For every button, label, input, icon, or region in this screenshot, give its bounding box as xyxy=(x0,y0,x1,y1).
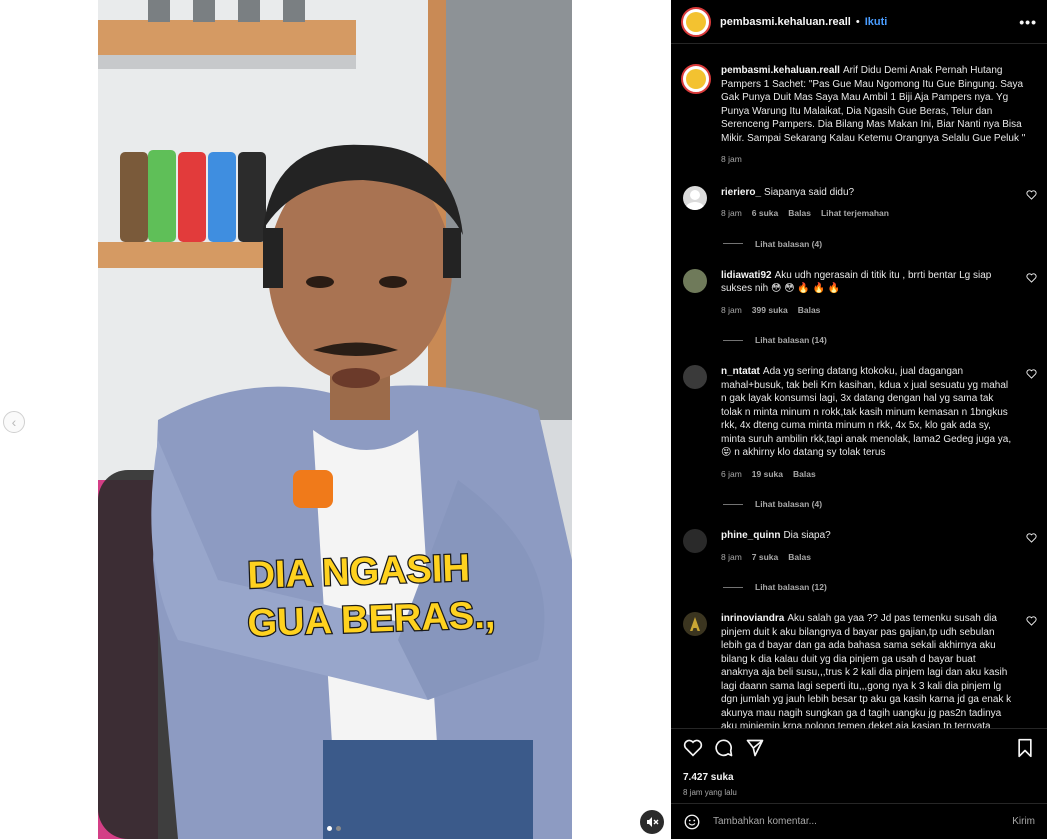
comment-text: Dia siapa? xyxy=(783,530,831,541)
view-replies-button[interactable]: Lihat balasan (14) xyxy=(723,335,1047,345)
follow-button[interactable]: Ikuti xyxy=(865,16,888,28)
author-username[interactable]: pembasmi.kehaluan.reall xyxy=(720,16,851,28)
add-comment-bar: Kirim xyxy=(671,803,1047,839)
comments-list[interactable]: pembasmi.kehaluan.reall Arif Didu Demi An… xyxy=(671,56,1047,728)
post-actions: 7.427 suka 8 jam yang lalu xyxy=(671,728,1047,797)
default-user-icon xyxy=(686,189,704,210)
comment-avatar[interactable] xyxy=(683,529,707,553)
comment-time: 6 jam xyxy=(721,468,742,479)
comment-username[interactable]: rieriero_ xyxy=(721,187,761,198)
comment-item: lidiawati92 Aku udh ngerasain di titik it… xyxy=(671,268,1047,318)
video-text-overlay: DIA NGASIH GUA BERAS., xyxy=(246,546,498,646)
more-options-icon[interactable]: ••• xyxy=(1019,14,1037,30)
comment-avatar[interactable] xyxy=(683,612,707,636)
comment-avatar[interactable] xyxy=(683,185,707,210)
comment-likes[interactable]: 6 suka xyxy=(752,207,778,221)
comment-text: Ada yg sering datang ktokoku, jual dagan… xyxy=(721,366,1012,458)
comment-item: rieriero_ Siapanya said didu? 8 jam 6 suk… xyxy=(671,185,1047,221)
caption-time: 8 jam xyxy=(721,154,742,164)
comment-time: 8 jam xyxy=(721,304,742,315)
view-replies-button[interactable]: Lihat balasan (4) xyxy=(723,239,1047,249)
carousel-dot xyxy=(327,826,332,831)
comment-text: Aku salah ga yaa ?? Jd pas temenku susah… xyxy=(721,613,1012,728)
comment-likes[interactable]: 19 suka xyxy=(752,468,783,482)
comment-text: Siapanya said didu? xyxy=(764,186,855,198)
view-replies-label: Lihat balasan (4) xyxy=(755,238,823,249)
comment-item: phine_quinn Dia siapa? 8 jam 7 suka Balas xyxy=(671,529,1047,564)
like-comment-heart-icon[interactable] xyxy=(1026,189,1037,200)
post-comment-button[interactable]: Kirim xyxy=(1012,816,1035,827)
view-replies-button[interactable]: Lihat balasan (12) xyxy=(723,582,1047,592)
media-panel: ‹ DIA NGASIH GUA BERAS., xyxy=(0,0,671,839)
reply-button[interactable]: Balas xyxy=(793,468,816,482)
post-header: pembasmi.kehaluan.reall • Ikuti ••• xyxy=(671,0,1047,44)
chevron-left-icon: ‹ xyxy=(11,414,17,430)
paper-plane-icon xyxy=(746,739,764,757)
avatar-initial-icon xyxy=(690,617,700,631)
comment-username[interactable]: inrinoviandra xyxy=(721,613,784,624)
comment-button[interactable] xyxy=(714,738,734,758)
likes-count[interactable]: 7.427 suka xyxy=(683,772,1035,783)
heart-icon xyxy=(683,739,703,757)
reel-video[interactable]: DIA NGASIH GUA BERAS., xyxy=(98,0,572,839)
comment-item: n_ntatat Ada yg sering datang ktokoku, ju… xyxy=(671,365,1047,481)
comment-avatar[interactable] xyxy=(683,365,707,389)
view-replies-label: Lihat balasan (4) xyxy=(755,499,823,509)
speaker-muted-icon xyxy=(647,817,659,827)
save-button[interactable] xyxy=(1015,738,1035,758)
author-avatar[interactable] xyxy=(681,6,711,37)
share-button[interactable] xyxy=(745,738,765,758)
comment-username[interactable]: phine_quinn xyxy=(721,530,780,541)
bookmark-icon xyxy=(1018,738,1032,758)
overlay-line-1: DIA NGASIH xyxy=(247,547,471,597)
carousel-dot xyxy=(336,826,341,831)
like-comment-heart-icon[interactable] xyxy=(1026,533,1037,543)
overlay-line-2: GUA BERAS., xyxy=(247,594,496,645)
comment-item: inrinoviandra Aku salah ga yaa ?? Jd pas … xyxy=(671,612,1047,728)
view-replies-label: Lihat balasan (14) xyxy=(755,335,827,345)
post-caption: pembasmi.kehaluan.reall Arif Didu Demi An… xyxy=(671,56,1047,167)
carousel-dots xyxy=(327,826,341,831)
reply-button[interactable]: Balas xyxy=(798,304,821,318)
header-separator: • xyxy=(855,15,860,28)
comment-time: 8 jam xyxy=(721,551,742,562)
comment-input[interactable] xyxy=(713,816,1013,827)
mute-button[interactable] xyxy=(640,810,664,834)
post-details-panel: pembasmi.kehaluan.reall • Ikuti ••• pemb… xyxy=(671,0,1047,839)
like-button[interactable] xyxy=(683,738,703,758)
caption-text: Arif Didu Demi Anak Pernah Hutang Pamper… xyxy=(721,65,1026,144)
like-comment-heart-icon[interactable] xyxy=(1026,272,1037,283)
comment-likes[interactable]: 7 suka xyxy=(752,551,778,565)
view-replies-button[interactable]: Lihat balasan (4) xyxy=(723,499,1047,509)
view-replies-label: Lihat balasan (12) xyxy=(755,582,827,592)
previous-post-button[interactable]: ‹ xyxy=(3,411,25,433)
like-comment-heart-icon[interactable] xyxy=(1026,369,1037,379)
reply-button[interactable]: Balas xyxy=(788,551,811,565)
comment-bubble-icon xyxy=(715,739,733,757)
translate-button[interactable]: Lihat terjemahan xyxy=(821,207,889,221)
emoji-icon[interactable] xyxy=(683,813,701,831)
caption-username[interactable]: pembasmi.kehaluan.reall xyxy=(721,65,840,76)
comment-username[interactable]: lidiawati92 xyxy=(721,270,772,281)
comment-username[interactable]: n_ntatat xyxy=(721,366,760,377)
comment-likes[interactable]: 399 suka xyxy=(752,304,788,318)
caption-avatar[interactable] xyxy=(681,64,711,94)
comment-time: 8 jam xyxy=(721,208,742,218)
comment-avatar[interactable] xyxy=(683,268,707,293)
reply-button[interactable]: Balas xyxy=(788,207,811,221)
like-comment-heart-icon[interactable] xyxy=(1026,616,1037,626)
post-time: 8 jam yang lalu xyxy=(683,788,737,797)
